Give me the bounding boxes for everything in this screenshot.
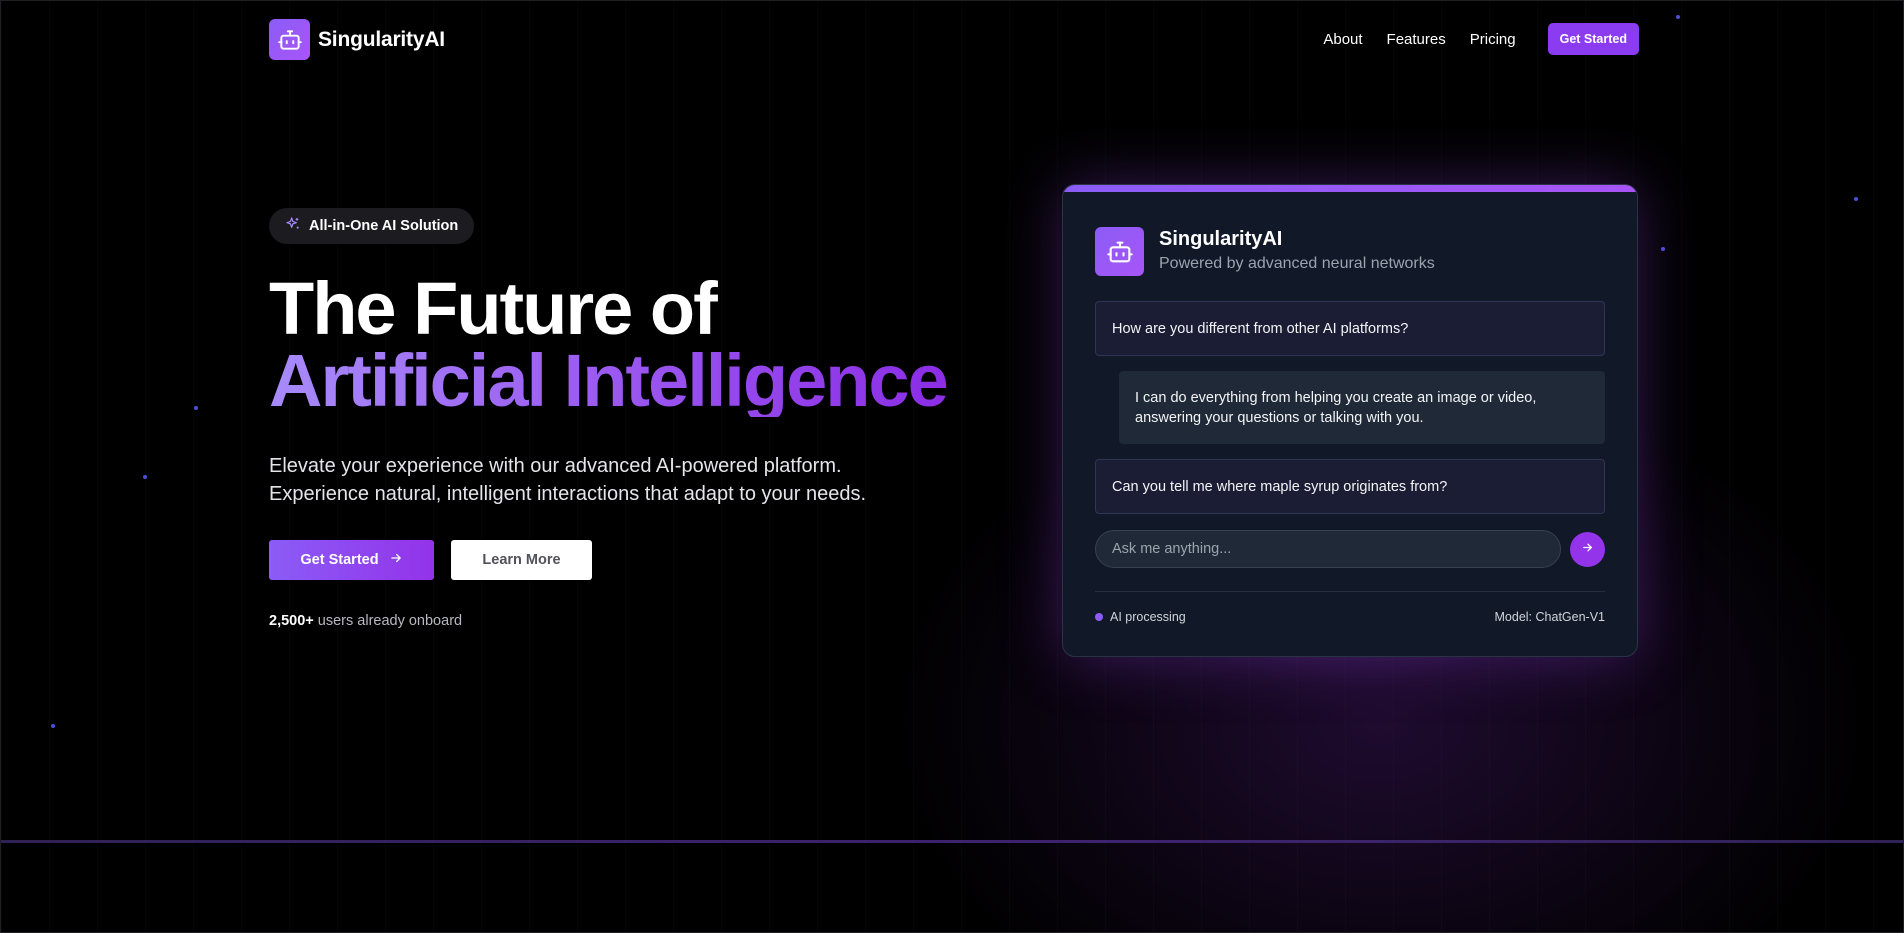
nav-get-started-button[interactable]: Get Started: [1547, 23, 1639, 55]
get-started-button[interactable]: Get Started: [269, 540, 434, 580]
hero-title-line1: The Future of: [269, 267, 718, 350]
users-onboard: 2,500+ users already onboard: [269, 613, 462, 629]
badge-label: All-in-One AI Solution: [309, 218, 459, 234]
hero-title: The Future of Artificial Intelligence: [269, 267, 949, 422]
nav-links: About Features Pricing Get Started: [1323, 23, 1639, 55]
star-decoration: [51, 724, 55, 728]
page: SingularityAI About Features Pricing Get…: [0, 0, 1904, 933]
hero-title-line2: Artificial Intelligence: [269, 339, 949, 422]
nav-link-features[interactable]: Features: [1387, 31, 1446, 48]
chat-message-user: Can you tell me where maple syrup origin…: [1095, 459, 1605, 514]
chat-input[interactable]: [1095, 530, 1561, 568]
brand[interactable]: SingularityAI: [269, 19, 445, 60]
status-dot: [1095, 613, 1103, 621]
chat-header: SingularityAI Powered by advanced neural…: [1095, 227, 1435, 276]
ai-status: AI processing: [1095, 610, 1186, 624]
star-decoration: [1676, 15, 1680, 19]
hero-badge: All-in-One AI Solution: [269, 208, 475, 244]
robot-icon: [1095, 227, 1144, 276]
sparkles-icon: [285, 216, 301, 236]
brand-name: SingularityAI: [318, 27, 445, 51]
hero-cta-row: Get Started Learn More: [269, 540, 592, 580]
chat-message-user: How are you different from other AI plat…: [1095, 301, 1605, 356]
learn-more-label: Learn More: [482, 552, 561, 568]
card-accent-bar: [1063, 185, 1637, 192]
arrow-right-icon: [389, 551, 403, 569]
chat-title: SingularityAI: [1159, 228, 1283, 250]
get-started-label: Get Started: [300, 552, 379, 568]
top-nav: SingularityAI About Features Pricing Get…: [269, 19, 1639, 61]
star-decoration: [143, 475, 147, 479]
learn-more-button[interactable]: Learn More: [451, 540, 592, 580]
nav-link-pricing[interactable]: Pricing: [1470, 31, 1516, 48]
star-decoration: [1854, 197, 1858, 201]
chat-message-ai: I can do everything from helping you cre…: [1119, 371, 1605, 444]
chat-subtitle: Powered by advanced neural networks: [1159, 255, 1435, 272]
users-text: users already onboard: [317, 613, 463, 629]
hero-subtitle-line1: Elevate your experience with our advance…: [269, 455, 842, 477]
robot-icon: [269, 19, 310, 60]
ai-status-label: AI processing: [1110, 610, 1186, 624]
chat-card: SingularityAI Powered by advanced neural…: [1062, 184, 1638, 657]
hero-subtitle: Elevate your experience with our advance…: [269, 452, 949, 508]
chat-input-row: [1095, 530, 1605, 568]
send-button[interactable]: [1570, 532, 1605, 567]
users-count: 2,500+: [269, 613, 314, 629]
arrow-right-icon: [1581, 541, 1594, 559]
nav-link-about[interactable]: About: [1323, 31, 1362, 48]
star-decoration: [194, 406, 198, 410]
hero-subtitle-line2: Experience natural, intelligent interact…: [269, 483, 867, 505]
card-divider: [1095, 591, 1605, 592]
section-divider: [1, 840, 1903, 843]
model-label: Model: ChatGen-V1: [1494, 610, 1605, 624]
